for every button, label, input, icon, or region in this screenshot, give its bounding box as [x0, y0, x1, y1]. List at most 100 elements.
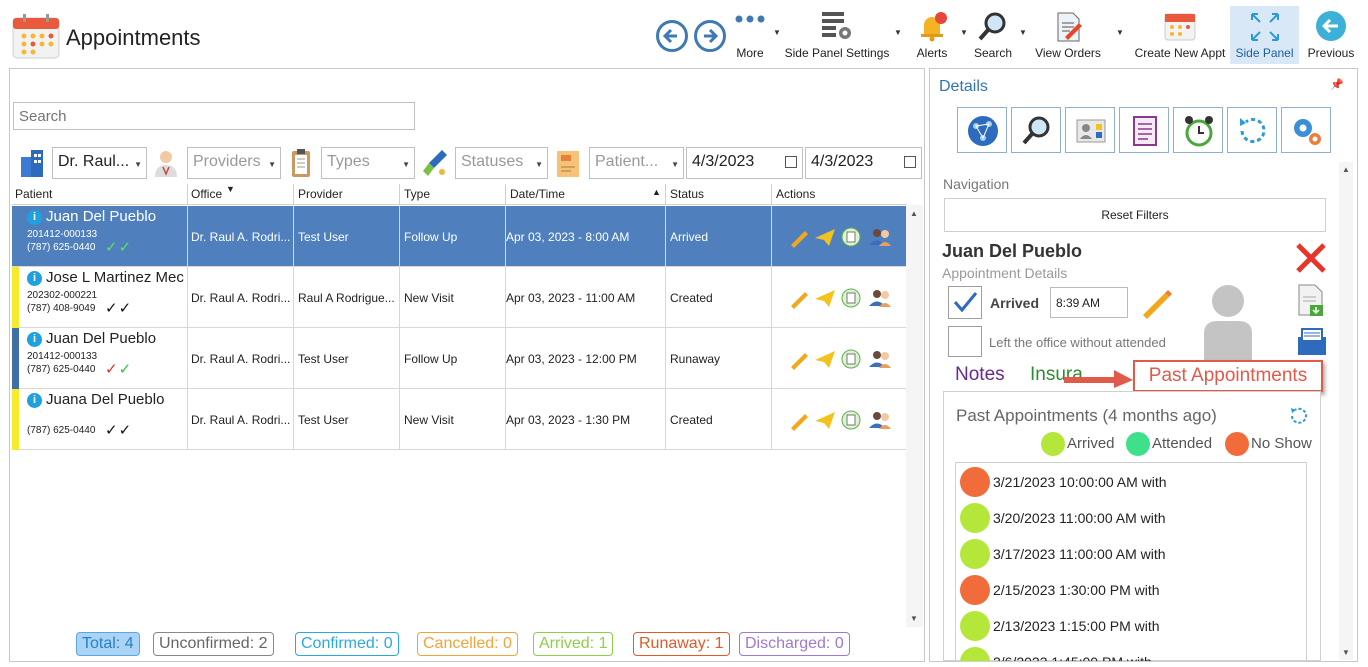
table-row[interactable]: i Jose L Martinez Mec 202302-000221 (787…	[12, 267, 907, 328]
tab-notes[interactable]: Notes	[955, 364, 1005, 386]
column-header-office[interactable]: Office	[191, 187, 222, 201]
table-row[interactable]: i Juan Del Pueblo 201412-000133 (787) 62…	[12, 206, 907, 267]
unconfirmed-badge[interactable]: Unconfirmed: 2	[153, 632, 274, 656]
edit-pencil-icon[interactable]	[1138, 284, 1174, 325]
details-search-button[interactable]	[1011, 107, 1061, 153]
column-header-provider[interactable]: Provider	[298, 187, 343, 201]
contact-card-button[interactable]	[1065, 107, 1115, 153]
download-document-icon[interactable]	[1296, 283, 1326, 322]
list-item[interactable]: 2/6/2023 1:45:00 PM with	[960, 644, 1300, 661]
statuses-filter-select[interactable]: Statuses ▼	[455, 147, 548, 179]
left-office-checkbox[interactable]	[948, 326, 982, 357]
column-header-type[interactable]: Type	[404, 187, 430, 201]
search-button[interactable]: Search	[970, 6, 1016, 64]
column-header-datetime[interactable]: Date/Time	[510, 187, 565, 201]
list-item[interactable]: 3/21/2023 10:00:00 AM with	[960, 464, 1300, 498]
forward-arrow-button[interactable]	[694, 20, 726, 52]
date-from-picker[interactable]: 4/3/2023	[686, 147, 803, 179]
edit-pencil-icon[interactable]	[791, 292, 808, 309]
scroll-up-icon[interactable]: ▲	[910, 209, 918, 218]
send-plane-icon[interactable]	[815, 229, 835, 246]
filter-funnel-icon[interactable]: ▼	[226, 184, 235, 194]
list-item[interactable]: 3/17/2023 11:00:00 AM with	[960, 536, 1300, 570]
arrived-badge[interactable]: Arrived: 1	[533, 632, 614, 656]
pin-icon[interactable]: 📌	[1330, 78, 1344, 91]
notes-doc-icon[interactable]	[841, 288, 861, 308]
alerts-button[interactable]: Alerts	[908, 6, 956, 64]
details-scrollbar[interactable]: ▲ ▼	[1339, 162, 1353, 660]
back-arrow-button[interactable]	[656, 20, 688, 52]
side-panel-button[interactable]: Side Panel	[1230, 6, 1299, 64]
more-button[interactable]: More	[730, 6, 770, 64]
orders-dropdown-caret[interactable]: ▼	[1116, 28, 1124, 37]
total-badge[interactable]: Total: 4	[76, 632, 140, 656]
side-panel-settings-button[interactable]: Side Panel Settings	[784, 6, 890, 64]
search-input[interactable]	[13, 102, 415, 130]
calendar-icon[interactable]	[785, 156, 797, 168]
send-plane-icon[interactable]	[815, 351, 835, 368]
view-orders-button[interactable]: View Orders	[1030, 6, 1106, 64]
provider-people-icon[interactable]	[869, 229, 891, 246]
send-plane-icon[interactable]	[815, 290, 835, 307]
list-item[interactable]: 3/20/2023 11:00:00 AM with	[960, 500, 1300, 534]
patient-filter-select[interactable]: Patient... ▼	[589, 147, 684, 179]
table-row[interactable]: i Juan Del Pueblo 201412-000133 (787) 62…	[12, 328, 907, 389]
notes-doc-icon[interactable]	[841, 410, 861, 430]
provider-people-icon[interactable]	[869, 412, 891, 429]
notes-doc-icon[interactable]	[841, 349, 861, 369]
patient-phone: (787) 408-9049	[27, 303, 96, 314]
previous-button[interactable]: Previous	[1303, 6, 1359, 64]
grid-scrollbar[interactable]: ▲ ▼	[906, 205, 923, 627]
list-item[interactable]: 2/15/2023 1:30:00 PM with	[960, 572, 1300, 606]
info-icon[interactable]: i	[27, 271, 42, 286]
list-item[interactable]: 2/13/2023 1:15:00 PM with	[960, 608, 1300, 642]
notes-doc-icon[interactable]	[841, 227, 861, 247]
side-panel-settings-label: Side Panel Settings	[784, 46, 890, 60]
providers-filter-select[interactable]: Providers ▼	[187, 147, 281, 179]
sort-ascending-icon[interactable]: ▲	[652, 187, 661, 197]
scroll-down-icon[interactable]: ▼	[910, 614, 918, 623]
cancel-x-icon[interactable]	[1294, 241, 1328, 280]
scroll-down-icon[interactable]: ▼	[1342, 648, 1350, 657]
checklist-button[interactable]	[1119, 107, 1169, 153]
edit-pencil-icon[interactable]	[791, 353, 808, 370]
alarm-clock-button[interactable]	[1173, 107, 1223, 153]
calendar-icon[interactable]	[904, 156, 916, 168]
types-filter-select[interactable]: Types ▼	[321, 147, 415, 179]
info-icon[interactable]: i	[27, 210, 42, 225]
more-dropdown-caret[interactable]: ▼	[773, 28, 781, 37]
send-plane-icon[interactable]	[815, 412, 835, 429]
cancelled-badge[interactable]: Cancelled: 0	[417, 632, 518, 656]
scroll-up-icon[interactable]: ▲	[1342, 165, 1350, 174]
refresh-icon[interactable]	[1288, 405, 1310, 432]
header: Appointments More ▼ Side Panel Settings …	[0, 0, 1368, 68]
past-appointments-panel: Past Appointments (4 months ago) Arrived…	[943, 391, 1321, 662]
discharged-badge[interactable]: Discharged: 0	[739, 632, 850, 656]
column-header-status[interactable]: Status	[670, 187, 704, 201]
edit-pencil-icon[interactable]	[791, 414, 808, 431]
column-header-patient[interactable]: Patient	[15, 187, 52, 201]
arrived-checkbox[interactable]	[948, 286, 982, 319]
settings-gears-button[interactable]	[1281, 107, 1331, 153]
reset-filters-button[interactable]: Reset Filters	[944, 198, 1326, 232]
info-icon[interactable]: i	[27, 332, 42, 347]
confirmed-badge[interactable]: Confirmed: 0	[295, 632, 399, 656]
tab-past-appointments[interactable]: Past Appointments	[1133, 360, 1323, 392]
settings-dropdown-caret[interactable]: ▼	[894, 28, 902, 37]
provider-people-icon[interactable]	[869, 290, 891, 307]
status-cell: Arrived	[670, 230, 709, 244]
network-globe-button[interactable]	[957, 107, 1007, 153]
provider-people-icon[interactable]	[869, 351, 891, 368]
runaway-badge[interactable]: Runaway: 1	[633, 632, 730, 656]
inbox-tray-icon[interactable]	[1296, 327, 1328, 362]
table-row[interactable]: i Juana Del Pueblo (787) 625-0440 ✓✓ Dr.…	[12, 389, 907, 450]
search-dropdown-caret[interactable]: ▼	[1019, 28, 1027, 37]
date-to-picker[interactable]: 4/3/2023	[805, 147, 922, 179]
office-filter-select[interactable]: Dr. Raul... ▼	[52, 147, 147, 179]
create-new-appt-button[interactable]: Create New Appt	[1132, 6, 1228, 64]
arrived-time-input[interactable]: 8:39 AM	[1050, 287, 1128, 318]
history-refresh-button[interactable]	[1227, 107, 1277, 153]
alerts-dropdown-caret[interactable]: ▼	[960, 28, 968, 37]
edit-pencil-icon[interactable]	[791, 231, 808, 248]
info-icon[interactable]: i	[27, 393, 42, 408]
